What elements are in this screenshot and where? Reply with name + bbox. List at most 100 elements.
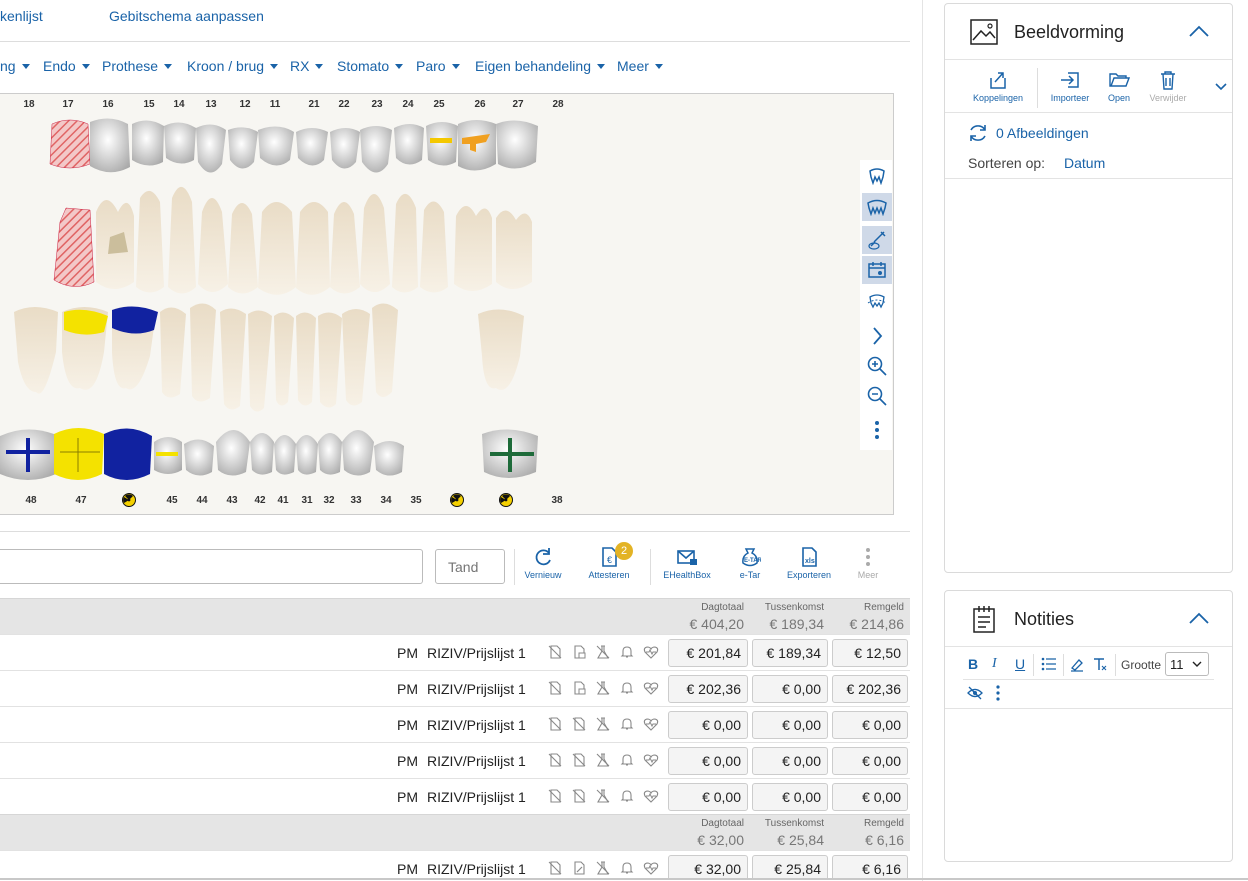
- no-document-icon[interactable]: [547, 752, 563, 768]
- bell-icon[interactable]: [619, 788, 635, 804]
- no-document-icon[interactable]: [547, 716, 563, 732]
- menu-stomato[interactable]: Stomato: [337, 58, 404, 74]
- bold-button[interactable]: B: [968, 656, 978, 672]
- search-input[interactable]: [0, 549, 423, 584]
- no-document-icon[interactable]: [547, 680, 563, 696]
- highlighter-icon[interactable]: [1069, 656, 1085, 672]
- amount-rem[interactable]: € 0,00: [832, 747, 908, 775]
- amount-mid[interactable]: € 189,34: [752, 639, 828, 667]
- sort-value[interactable]: Datum: [1064, 155, 1105, 171]
- no-lab-icon[interactable]: [595, 860, 611, 876]
- menu-endo[interactable]: Endo: [43, 58, 90, 74]
- clear-format-icon[interactable]: [1092, 656, 1108, 672]
- menu-ng[interactable]: ng: [0, 58, 30, 74]
- zoom-out-icon[interactable]: [862, 382, 892, 410]
- health-heart-icon[interactable]: [643, 644, 659, 660]
- link-gebitschema-aanpassen[interactable]: Gebitschema aanpassen: [109, 8, 264, 24]
- more-vertical-icon[interactable]: [995, 684, 1001, 702]
- amount-rem[interactable]: € 0,00: [832, 711, 908, 739]
- italic-button[interactable]: I: [992, 656, 997, 672]
- amount-mid[interactable]: € 0,00: [752, 675, 828, 703]
- amount-day[interactable]: € 202,36: [668, 675, 748, 703]
- menu-kroon-brug[interactable]: Kroon / brug: [187, 58, 279, 74]
- table-row[interactable]: PM RIZIV/Prijslijst 1 € 202,36 € 0,00 € …: [0, 670, 910, 706]
- treatment-eye-icon[interactable]: [862, 226, 892, 254]
- tooth-input[interactable]: [435, 549, 505, 584]
- health-heart-icon[interactable]: [643, 788, 659, 804]
- amount-mid[interactable]: € 25,84: [752, 855, 828, 878]
- table-row[interactable]: PM RIZIV/Prijslijst 1 € 0,00 € 0,00 € 0,…: [0, 742, 910, 778]
- chevron-right-icon[interactable]: [862, 322, 892, 350]
- chevron-down-icon[interactable]: [1215, 83, 1227, 91]
- paro-view-icon[interactable]: [862, 286, 892, 314]
- chevron-up-icon[interactable]: [1188, 611, 1210, 625]
- no-document-icon[interactable]: [547, 788, 563, 804]
- table-row[interactable]: PM RIZIV/Prijslijst 1 € 0,00 € 0,00 € 0,…: [0, 706, 910, 742]
- menu-rx[interactable]: RX: [290, 58, 324, 74]
- bell-icon[interactable]: [619, 680, 635, 696]
- amount-day[interactable]: € 0,00: [668, 747, 748, 775]
- bell-icon[interactable]: [619, 716, 635, 732]
- imaging-header[interactable]: Beeldvorming: [945, 4, 1232, 60]
- bullet-list-icon[interactable]: [1041, 657, 1057, 671]
- amount-day[interactable]: € 32,00: [668, 855, 748, 878]
- amount-day[interactable]: € 201,84: [668, 639, 748, 667]
- no-document-icon[interactable]: [571, 752, 587, 768]
- amount-day[interactable]: € 0,00: [668, 711, 748, 739]
- export-button[interactable]: xls Exporteren: [779, 546, 839, 586]
- ehealthbox-button[interactable]: EHealthBox: [657, 546, 717, 586]
- notes-header[interactable]: Notities: [945, 591, 1232, 647]
- no-document-icon[interactable]: [547, 644, 563, 660]
- table-row[interactable]: PM RIZIV/Prijslijst 1 € 0,00 € 0,00 € 0,…: [0, 778, 910, 814]
- refresh-button[interactable]: Vernieuw: [513, 546, 573, 586]
- amount-rem[interactable]: € 6,16: [832, 855, 908, 878]
- more-button[interactable]: Meer: [838, 546, 898, 586]
- font-size-select[interactable]: 11: [1165, 652, 1209, 676]
- document-lock-icon[interactable]: [571, 644, 587, 660]
- no-lab-icon[interactable]: [595, 788, 611, 804]
- pane-divider[interactable]: [922, 0, 923, 881]
- etar-button[interactable]: E-TAR e-Tar: [720, 546, 780, 586]
- document-edit-icon[interactable]: [571, 860, 587, 876]
- eye-slash-icon[interactable]: [967, 686, 983, 700]
- no-document-icon[interactable]: [547, 860, 563, 876]
- amount-mid[interactable]: € 0,00: [752, 747, 828, 775]
- menu-prothese[interactable]: Prothese: [102, 58, 173, 74]
- single-tooth-view-icon[interactable]: [862, 162, 892, 190]
- resize-splitter[interactable]: [0, 531, 910, 532]
- menu-eigen-behandeling[interactable]: Eigen behandeling: [475, 58, 605, 74]
- amount-mid[interactable]: € 0,00: [752, 783, 828, 811]
- link-kenlijst[interactable]: kenlijst: [0, 8, 43, 24]
- menu-meer[interactable]: Meer: [617, 58, 663, 74]
- bell-icon[interactable]: [619, 860, 635, 876]
- no-lab-icon[interactable]: [595, 716, 611, 732]
- refresh-icon[interactable]: [967, 122, 989, 144]
- menu-paro[interactable]: Paro: [416, 58, 460, 74]
- notes-editor[interactable]: [945, 709, 1232, 859]
- no-lab-icon[interactable]: [595, 752, 611, 768]
- document-lock-icon[interactable]: [571, 680, 587, 696]
- bell-icon[interactable]: [619, 644, 635, 660]
- full-jaw-view-icon[interactable]: [862, 193, 892, 221]
- amount-rem[interactable]: € 0,00: [832, 783, 908, 811]
- attest-button[interactable]: € Attesteren 2: [579, 542, 639, 586]
- more-vertical-icon[interactable]: [862, 416, 892, 444]
- no-document-icon[interactable]: [571, 788, 587, 804]
- table-row[interactable]: PM RIZIV/Prijslijst 1 € 32,00 € 25,84 € …: [0, 850, 910, 878]
- table-row[interactable]: PM RIZIV/Prijslijst 1 € 201,84 € 189,34 …: [0, 634, 910, 670]
- chevron-up-icon[interactable]: [1188, 24, 1210, 38]
- underline-button[interactable]: U: [1015, 656, 1025, 672]
- amount-rem[interactable]: € 202,36: [832, 675, 908, 703]
- health-heart-icon[interactable]: [643, 860, 659, 876]
- no-lab-icon[interactable]: [595, 644, 611, 660]
- amount-rem[interactable]: € 12,50: [832, 639, 908, 667]
- zoom-in-icon[interactable]: [862, 352, 892, 380]
- delete-button[interactable]: Verwijder: [1138, 70, 1198, 103]
- health-heart-icon[interactable]: [643, 752, 659, 768]
- no-document-icon[interactable]: [571, 716, 587, 732]
- amount-mid[interactable]: € 0,00: [752, 711, 828, 739]
- health-heart-icon[interactable]: [643, 680, 659, 696]
- health-heart-icon[interactable]: [643, 716, 659, 732]
- calendar-eye-icon[interactable]: [862, 256, 892, 284]
- link-images-button[interactable]: Koppelingen: [968, 70, 1028, 103]
